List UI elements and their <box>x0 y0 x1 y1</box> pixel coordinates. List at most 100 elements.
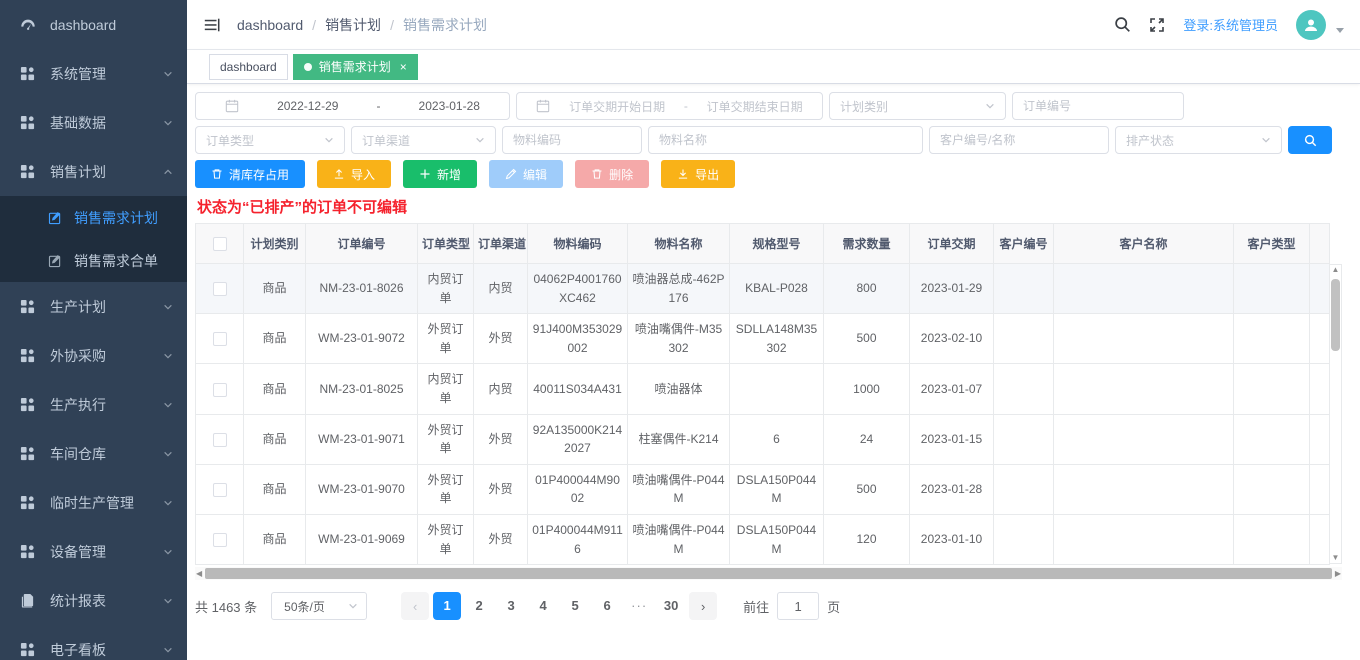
table-cell <box>1234 514 1310 564</box>
export-button[interactable]: 导出 <box>661 160 735 188</box>
sidebar-item[interactable]: 销售计划 <box>0 147 187 196</box>
fullscreen-icon[interactable] <box>1149 17 1165 33</box>
page-button[interactable]: 3 <box>497 592 525 620</box>
button-label: 新增 <box>437 166 461 183</box>
button-label: 删除 <box>609 166 633 183</box>
table-cell: 2023-01-10 <box>910 514 994 564</box>
goto-page-input[interactable] <box>777 592 819 620</box>
sidebar-item[interactable]: 统计报表 <box>0 576 187 625</box>
breadcrumb-dashboard[interactable]: dashboard <box>237 17 303 33</box>
row-checkbox[interactable] <box>213 383 227 397</box>
calendar-icon <box>225 99 239 113</box>
material-name-input[interactable] <box>648 126 923 154</box>
table-cell: 24 <box>824 414 910 464</box>
breadcrumb-sales-plan[interactable]: 销售计划 <box>325 15 381 35</box>
horizontal-scrollbar-thumb[interactable] <box>205 568 1332 579</box>
sidebar-item[interactable]: 基础数据 <box>0 98 187 147</box>
filter-row-2: 订单类型 订单渠道 排产状态 <box>195 126 1345 154</box>
row-checkbox[interactable] <box>213 483 227 497</box>
select-all-checkbox[interactable] <box>213 237 227 251</box>
plan-type-select[interactable]: 计划类别 <box>829 92 1006 120</box>
sidebar-item-label: 系统管理 <box>50 64 163 84</box>
page-size-select[interactable]: 50条/页 <box>271 592 367 620</box>
table-row: 商品WM-23-01-9069外贸订单外贸01P400044M9116喷油嘴偶件… <box>196 514 1330 564</box>
edit-button[interactable]: 编辑 <box>489 160 563 188</box>
sidebar-item[interactable]: 临时生产管理 <box>0 478 187 527</box>
row-filler-cell <box>1310 314 1330 364</box>
page-button[interactable]: 30 <box>657 592 685 620</box>
table-cell: SDLLA148M35302 <box>730 314 824 364</box>
sidebar-subitem[interactable]: 销售需求计划 <box>0 196 187 239</box>
sidebar-item[interactable]: 外协采购 <box>0 331 187 380</box>
page-button[interactable]: 6 <box>593 592 621 620</box>
add-button[interactable]: 新增 <box>403 160 477 188</box>
column-header: 规格型号 <box>730 224 824 264</box>
row-checkbox[interactable] <box>213 433 227 447</box>
next-page-button[interactable]: › <box>689 592 717 620</box>
sidebar-item[interactable]: 车间仓库 <box>0 429 187 478</box>
order-no-input[interactable] <box>1012 92 1184 120</box>
table-cell <box>730 364 824 414</box>
schedule-status-select[interactable]: 排产状态 <box>1115 126 1282 154</box>
scroll-up-icon[interactable]: ▲ <box>1332 266 1340 274</box>
clear-stock-button[interactable]: 清库存占用 <box>195 160 305 188</box>
hamburger-fold-icon[interactable] <box>203 16 221 34</box>
due-date-range-picker[interactable]: 订单交期开始日期 - 订单交期结束日期 <box>516 92 823 120</box>
sidebar-item[interactable]: 生产计划 <box>0 282 187 331</box>
vertical-scrollbar-thumb[interactable] <box>1331 279 1340 351</box>
caret-down-icon[interactable] <box>1336 28 1344 33</box>
order-channel-select[interactable]: 订单渠道 <box>351 126 496 154</box>
page-button[interactable]: 4 <box>529 592 557 620</box>
close-icon[interactable]: × <box>400 61 407 73</box>
table-cell: NM-23-01-8025 <box>306 364 418 414</box>
row-checkbox[interactable] <box>213 332 227 346</box>
sidebar-item[interactable]: 设备管理 <box>0 527 187 576</box>
vertical-scrollbar[interactable]: ▲ ▼ <box>1329 264 1342 564</box>
tab-sales-demand-plan[interactable]: 销售需求计划 × <box>293 54 418 80</box>
goto-label: 前往 <box>743 597 769 616</box>
table-cell <box>1234 464 1310 514</box>
horizontal-scrollbar[interactable]: ◀ ▶ <box>195 567 1342 580</box>
row-checkbox-cell <box>196 514 244 564</box>
sidebar-item[interactable]: dashboard <box>0 0 187 49</box>
login-user-label[interactable]: 登录:系统管理员 <box>1183 15 1278 34</box>
pager-ellipsis[interactable]: ··· <box>625 592 653 620</box>
prev-page-button[interactable]: ‹ <box>401 592 429 620</box>
grid-icon <box>20 397 36 413</box>
tab-dashboard[interactable]: dashboard <box>209 54 288 80</box>
page-button[interactable]: 2 <box>465 592 493 620</box>
chevron-down-icon <box>163 351 173 361</box>
material-code-input[interactable] <box>502 126 642 154</box>
sidebar-item[interactable]: 系统管理 <box>0 49 187 98</box>
row-checkbox-cell <box>196 264 244 314</box>
sidebar-subitem[interactable]: 销售需求合单 <box>0 239 187 282</box>
sidebar-item[interactable]: 生产执行 <box>0 380 187 429</box>
table-cell: 01P400044M9116 <box>528 514 628 564</box>
column-header: 客户名称 <box>1054 224 1234 264</box>
page-button[interactable]: 5 <box>561 592 589 620</box>
table-cell: 800 <box>824 264 910 314</box>
grid-icon <box>20 348 36 364</box>
scroll-left-icon[interactable]: ◀ <box>195 570 203 578</box>
avatar[interactable] <box>1296 10 1326 40</box>
date-end-value: 2023-01-28 <box>419 99 480 113</box>
button-label: 清库存占用 <box>229 166 289 183</box>
delete-button[interactable]: 删除 <box>575 160 649 188</box>
create-date-range-picker[interactable]: 2022-12-29 - 2023-01-28 <box>195 92 510 120</box>
scroll-right-icon[interactable]: ▶ <box>1334 570 1342 578</box>
page-button[interactable]: 1 <box>433 592 461 620</box>
filter-row-1: 2022-12-29 - 2023-01-28 订单交期开始日期 - 订单交期结… <box>195 92 1345 120</box>
table-cell: DSLA150P044M <box>730 464 824 514</box>
table-cell: 外贸 <box>474 514 528 564</box>
search-button[interactable] <box>1288 126 1332 154</box>
order-type-select[interactable]: 订单类型 <box>195 126 345 154</box>
row-checkbox[interactable] <box>213 533 227 547</box>
scroll-down-icon[interactable]: ▼ <box>1332 554 1340 562</box>
sidebar-item[interactable]: 电子看板 <box>0 625 187 660</box>
customer-input[interactable] <box>929 126 1109 154</box>
row-filler-cell <box>1310 364 1330 414</box>
row-checkbox[interactable] <box>213 282 227 296</box>
sidebar-item-label: 外协采购 <box>50 346 163 366</box>
import-button[interactable]: 导入 <box>317 160 391 188</box>
search-icon[interactable] <box>1114 16 1131 33</box>
